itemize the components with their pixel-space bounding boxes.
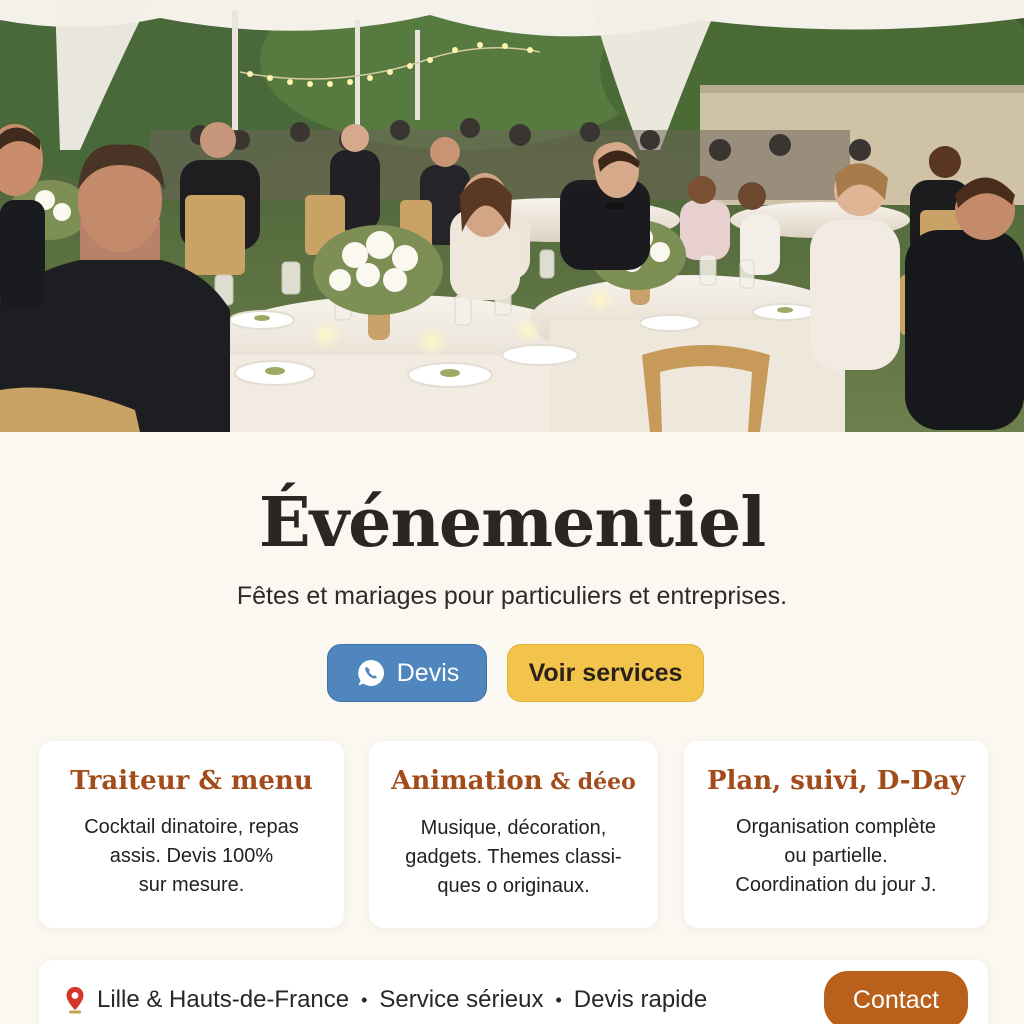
footer-location: Lille & Hauts-de-France (97, 986, 350, 1013)
map-pin-icon (65, 986, 85, 1014)
devis-button[interactable]: Devis (327, 644, 487, 702)
service-card-title: Animation & déeo (369, 761, 658, 802)
service-card-line: sur mesure. (138, 874, 245, 896)
service-card-title-main: Plan, suivi, D-Day (706, 766, 966, 796)
page: Événementiel Fêtes et mariages pour part… (0, 0, 1024, 1024)
service-card-line: Organisation complète (735, 816, 937, 838)
service-card-animation: Animation & déeo Musique, décoration, ga… (369, 741, 658, 928)
footer-info: Lille & Hauts-de-France • Service sérieu… (65, 986, 707, 1014)
service-card-line: ques o originaux. (437, 875, 590, 897)
service-card-line: gadgets. Themes classi- (405, 846, 622, 868)
footer-bar: Lille & Hauts-de-France • Service sérieu… (39, 960, 988, 1024)
service-card-line: ou partielle. (784, 845, 888, 867)
service-card-traiteur: Traiteur & menu Cocktail dinatoire, repa… (39, 741, 344, 928)
footer-separator: • (555, 989, 562, 1010)
footer-separator: • (361, 989, 368, 1010)
contact-button[interactable]: Contact (824, 971, 968, 1024)
service-card-description: Cocktail dinatoire, repas assis. Devis 1… (39, 813, 344, 900)
footer-feature-devis: Devis rapide (573, 986, 708, 1013)
contact-button-label: Contact (852, 985, 940, 1014)
service-card-line: Cocktail dinatoire, repas (84, 816, 299, 838)
service-card-line: Musique, décoration, (420, 817, 607, 839)
footer-feature-service: Service sérieux (379, 986, 544, 1013)
chat-bubble-icon (355, 657, 387, 689)
page-title: Événementiel (258, 483, 766, 563)
service-card-description: Musique, décoration, gadgets. Themes cla… (369, 814, 658, 901)
voir-services-label: Voir services (528, 658, 683, 687)
service-card-line: Coordination du jour J. (735, 874, 937, 896)
service-card-title-main: Traiteur & menu (70, 766, 313, 796)
hero-image (0, 0, 1024, 432)
service-card-description: Organisation complète ou partielle. Coor… (684, 813, 988, 900)
service-card-title: Plan, suivi, D-Day (684, 761, 988, 801)
voir-services-button[interactable]: Voir services (507, 644, 704, 702)
devis-button-label: Devis (396, 658, 460, 687)
page-subtitle: Fêtes et mariages pour particuliers et e… (236, 582, 788, 610)
service-card-title: Traiteur & menu (39, 761, 344, 801)
service-card-line: assis. Devis 100% (109, 845, 274, 867)
service-card-plan: Plan, suivi, D-Day Organisation complète… (684, 741, 988, 928)
service-card-title-small: & déeo (542, 769, 636, 795)
service-card-title-main: Animation (391, 766, 543, 796)
